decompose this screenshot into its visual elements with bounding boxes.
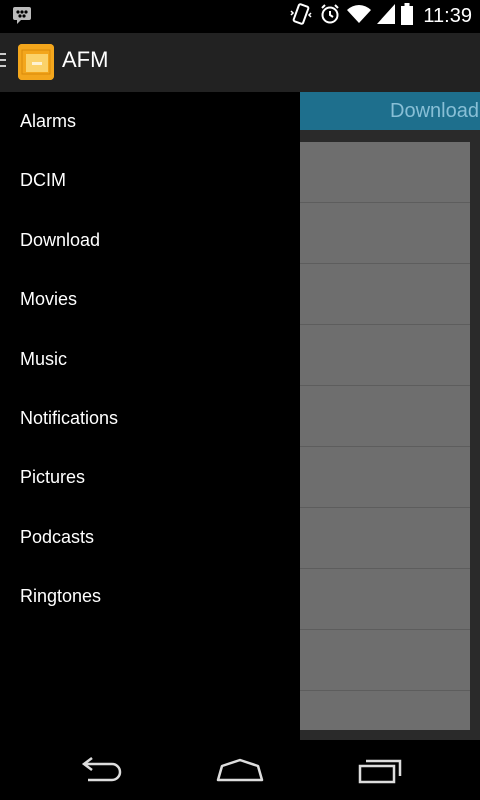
list-item[interactable] — [300, 142, 470, 203]
file-list — [300, 142, 470, 730]
app-title: AFM — [62, 47, 109, 72]
main-content: Download — [300, 92, 480, 740]
action-bar: AFM — [0, 33, 480, 92]
drawer-item-music[interactable]: Music — [0, 330, 300, 389]
drawer-item-alarms[interactable]: Alarms — [0, 92, 300, 151]
signal-icon — [377, 4, 396, 29]
list-item[interactable] — [300, 203, 470, 264]
wifi-icon — [347, 4, 372, 29]
system-nav-bar — [0, 740, 480, 800]
bbm-icon — [12, 6, 32, 29]
list-item[interactable] — [300, 508, 470, 569]
list-item[interactable] — [300, 630, 470, 691]
battery-icon — [401, 3, 414, 30]
tab-download[interactable]: Download — [300, 92, 480, 130]
drawer-indicator-icon[interactable] — [0, 53, 6, 71]
list-item[interactable] — [300, 447, 470, 508]
list-item[interactable] — [300, 325, 470, 386]
navigation-drawer: Alarms DCIM Download Movies Music Notifi… — [0, 92, 300, 740]
list-item[interactable] — [300, 386, 470, 447]
clock: 11:39 — [423, 5, 472, 27]
list-item[interactable] — [300, 264, 470, 325]
drawer-item-podcasts[interactable]: Podcasts — [0, 508, 300, 567]
status-bar: 11:39 — [0, 0, 480, 33]
drawer-item-ringtones[interactable]: Ringtones — [0, 567, 300, 626]
drawer-item-notifications[interactable]: Notifications — [0, 389, 300, 448]
drawer-item-pictures[interactable]: Pictures — [0, 448, 300, 507]
drawer-item-dcim[interactable]: DCIM — [0, 151, 300, 210]
tab-label: Download — [390, 100, 479, 122]
folder-icon[interactable] — [18, 44, 54, 80]
drawer-item-download[interactable]: Download — [0, 211, 300, 270]
vibrate-icon — [289, 3, 313, 30]
list-item[interactable] — [300, 569, 470, 630]
drawer-item-movies[interactable]: Movies — [0, 270, 300, 329]
recents-icon[interactable] — [350, 754, 410, 786]
home-icon[interactable] — [210, 754, 270, 786]
back-icon[interactable] — [70, 754, 130, 786]
alarm-icon — [319, 3, 341, 30]
